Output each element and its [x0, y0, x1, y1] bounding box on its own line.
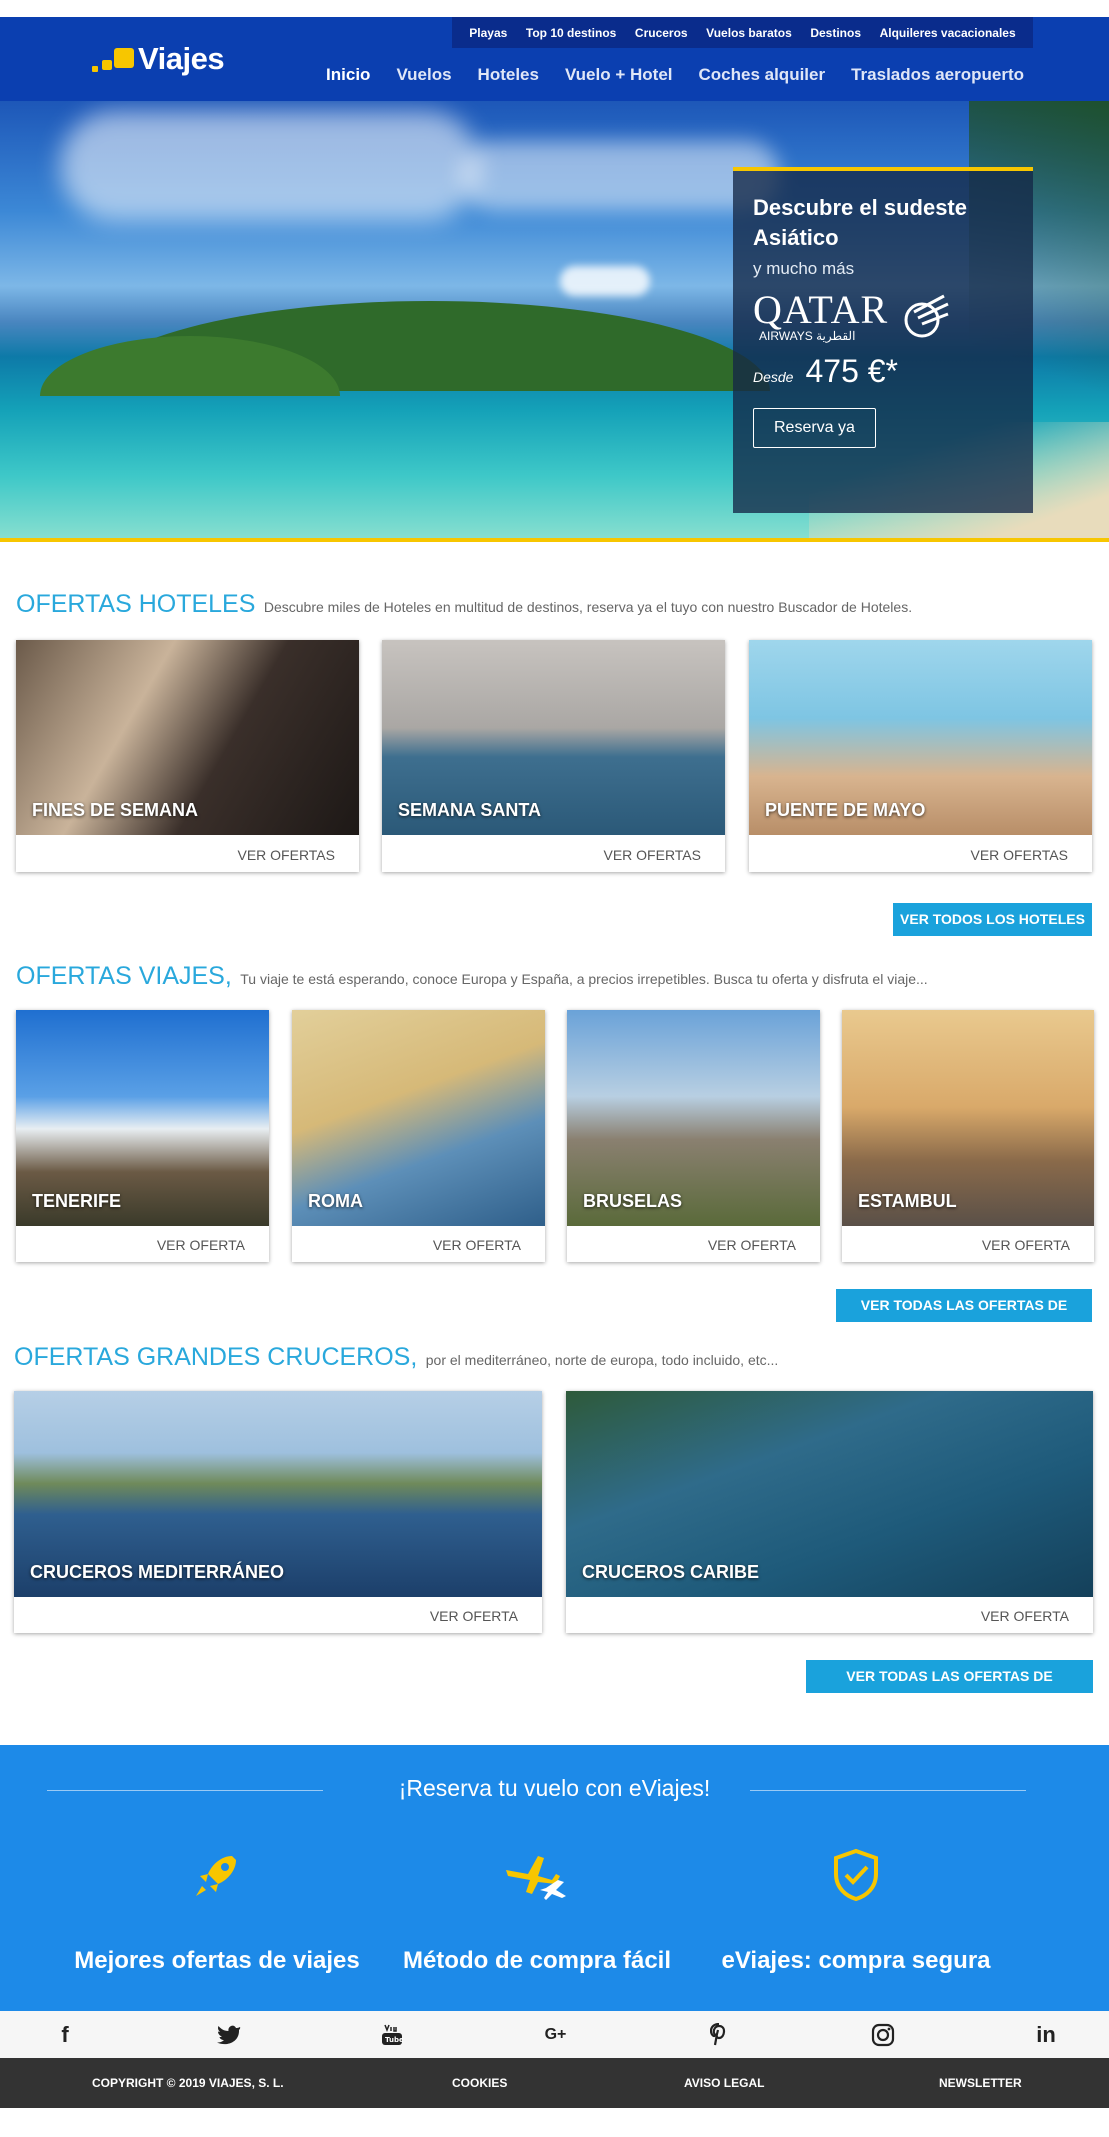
- nav-inicio[interactable]: Inicio: [326, 65, 370, 85]
- topnav-vuelos-baratos[interactable]: Vuelos baratos: [706, 26, 792, 40]
- site-logo[interactable]: Viajes: [92, 41, 225, 77]
- copyright-text: COPYRIGHT © 2019 VIAJES, S. L.: [92, 2076, 284, 2090]
- band-title: ¡Reserva tu vuelo con eViajes!: [398, 1775, 711, 1801]
- cruceros-heading: OFERTAS GRANDES CRUCEROS, por el mediter…: [14, 1343, 778, 1372]
- svg-text:Tube: Tube: [385, 2036, 403, 2044]
- card-label: CRUCEROS CARIBE: [582, 1562, 760, 1582]
- logo-mark-icon: [92, 42, 136, 76]
- feature-label: Método de compra fácil: [402, 1947, 672, 1974]
- viajes-title: OFERTAS VIAJES,: [16, 962, 232, 990]
- instagram-icon[interactable]: [868, 2020, 898, 2050]
- hotel-card-semana-santa[interactable]: SEMANA SANTA VER OFERTAS: [382, 640, 725, 872]
- hotel-card-puente-de-mayo[interactable]: PUENTE DE MAYO VER OFERTAS: [749, 640, 1092, 872]
- promo-price: Desde 475 €*: [753, 353, 1013, 390]
- viaje-card-roma[interactable]: ROMA VER OFERTA: [292, 1010, 545, 1262]
- hoteles-desc: Descubre miles de Hoteles en multitud de…: [263, 599, 913, 615]
- cookies-link[interactable]: COOKIES: [452, 2076, 507, 2090]
- ver-oferta-link[interactable]: VER OFERTA: [708, 1237, 796, 1253]
- viajes-heading: OFERTAS VIAJES, Tu viaje te está esperan…: [16, 962, 928, 991]
- topnav-playas[interactable]: Playas: [469, 26, 507, 40]
- nav-hoteles[interactable]: Hoteles: [478, 65, 539, 85]
- google-plus-icon[interactable]: G+: [541, 2020, 571, 2050]
- ver-oferta-link[interactable]: VER OFERTA: [433, 1237, 521, 1253]
- pinterest-icon[interactable]: [704, 2020, 734, 2050]
- viajes-desc: Tu viaje te está esperando, conoce Europ…: [240, 971, 928, 987]
- site-header: Viajes Playas Top 10 destinos Cruceros V…: [0, 17, 1109, 101]
- page: Viajes Playas Top 10 destinos Cruceros V…: [0, 0, 1109, 2137]
- viaje-card-estambul[interactable]: ESTAMBUL VER OFERTA: [842, 1010, 1094, 1262]
- hotel-card-fines-de-semana[interactable]: FINES DE SEMANA VER OFERTAS: [16, 640, 359, 872]
- promo-subtitle: y mucho más: [753, 259, 855, 278]
- nav-coches[interactable]: Coches alquiler: [699, 65, 826, 85]
- cruceros-title: OFERTAS GRANDES CRUCEROS,: [14, 1343, 418, 1371]
- ver-todas-viajes-button[interactable]: VER TODAS LAS OFERTAS DE VIAJES: [836, 1289, 1092, 1346]
- card-label: PUENTE DE MAYO: [765, 800, 926, 820]
- viaje-card-tenerife[interactable]: TENERIFE VER OFERTA: [16, 1010, 269, 1262]
- ver-oferta-link[interactable]: VER OFERTA: [157, 1237, 245, 1253]
- airline-name: QATAR: [753, 287, 889, 332]
- airline-logo: QATAR AIRWAYS القطرية: [753, 287, 1013, 343]
- promo-title: Descubre el sudeste Asiático: [753, 195, 967, 250]
- ver-todas-cruceros-button[interactable]: VER TODAS LAS OFERTAS DE CRUCEROS: [806, 1660, 1093, 1717]
- crucero-card-mediterraneo[interactable]: CRUCEROS MEDITERRÁNEO VER OFERTA: [14, 1391, 542, 1633]
- card-label: ROMA: [308, 1191, 363, 1211]
- planes-icon: [506, 1856, 566, 1900]
- linkedin-icon[interactable]: in: [1031, 2020, 1061, 2050]
- ver-oferta-link[interactable]: VER OFERTA: [981, 1608, 1069, 1624]
- topnav-alquileres[interactable]: Alquileres vacacionales: [880, 26, 1016, 40]
- cruceros-desc: por el mediterráneo, norte de europa, to…: [425, 1352, 779, 1368]
- ver-oferta-link[interactable]: VER OFERTA: [982, 1237, 1070, 1253]
- hoteles-title: OFERTAS HOTELES: [16, 590, 256, 618]
- crucero-card-caribe[interactable]: CRUCEROS CARIBE VER OFERTA: [566, 1391, 1093, 1633]
- nav-vuelo-hotel[interactable]: Vuelo + Hotel: [565, 65, 673, 85]
- aviso-legal-link[interactable]: AVISO LEGAL: [684, 2076, 764, 2090]
- price-amount: 475 €*: [805, 353, 898, 389]
- card-label: FINES DE SEMANA: [32, 800, 199, 820]
- hoteles-heading: OFERTAS HOTELES Descubre miles de Hotele…: [16, 590, 912, 619]
- card-label: CRUCEROS MEDITERRÁNEO: [30, 1562, 285, 1582]
- nav-traslados[interactable]: Traslados aeropuerto: [851, 65, 1024, 85]
- ver-oferta-link[interactable]: VER OFERTA: [430, 1608, 518, 1624]
- feature-compra-facil: Método de compra fácil: [372, 1845, 702, 1975]
- ver-ofertas-link[interactable]: VER OFERTAS: [970, 847, 1068, 863]
- facebook-icon[interactable]: f: [50, 2020, 80, 2050]
- ver-ofertas-link[interactable]: VER OFERTAS: [603, 847, 701, 863]
- hero-banner: Descubre el sudeste Asiático y mucho más…: [0, 101, 1109, 542]
- logo-text: Viajes: [138, 41, 225, 76]
- site-footer: COPYRIGHT © 2019 VIAJES, S. L. COOKIES A…: [0, 2058, 1109, 2108]
- card-label: TENERIFE: [32, 1191, 122, 1211]
- social-bar: f Tube G+ in: [0, 2011, 1109, 2058]
- feature-compra-segura: eViajes: compra segura: [691, 1845, 1021, 1975]
- promo-box: Descubre el sudeste Asiático y mucho más…: [733, 167, 1033, 513]
- shield-check-icon: [834, 1848, 878, 1902]
- divider-right: [750, 1790, 1026, 1791]
- card-label: ESTAMBUL: [858, 1191, 957, 1211]
- reserva-band: ¡Reserva tu vuelo con eViajes! Mejores o…: [0, 1745, 1109, 2011]
- feature-ofertas: Mejores ofertas de viajes: [52, 1845, 382, 1975]
- twitter-icon[interactable]: [214, 2020, 244, 2050]
- viaje-card-bruselas[interactable]: BRUSELAS VER OFERTA: [567, 1010, 820, 1262]
- ver-todos-hoteles-button[interactable]: VER TODOS LOS HOTELES: [893, 903, 1092, 936]
- nav-vuelos[interactable]: Vuelos: [396, 65, 451, 85]
- topnav-destinos[interactable]: Destinos: [810, 26, 861, 40]
- topnav-top10[interactable]: Top 10 destinos: [526, 26, 616, 40]
- feature-label: Mejores ofertas de viajes: [74, 1947, 360, 1974]
- ver-ofertas-link[interactable]: VER OFERTAS: [237, 847, 335, 863]
- topnav-cruceros[interactable]: Cruceros: [635, 26, 688, 40]
- newsletter-link[interactable]: NEWSLETTER: [939, 2076, 1022, 2090]
- rocket-icon: [196, 1856, 236, 1896]
- card-label: SEMANA SANTA: [398, 800, 541, 820]
- youtube-icon[interactable]: Tube: [377, 2020, 407, 2050]
- card-label: BRUSELAS: [583, 1191, 683, 1211]
- reserva-button[interactable]: Reserva ya: [753, 408, 876, 448]
- oryx-icon: [904, 294, 949, 338]
- price-prefix: Desde: [753, 369, 794, 385]
- main-nav: Inicio Vuelos Hoteles Vuelo + Hotel Coch…: [326, 65, 1024, 85]
- top-nav: Playas Top 10 destinos Cruceros Vuelos b…: [452, 17, 1033, 48]
- feature-label: eViajes: compra segura: [721, 1947, 991, 1974]
